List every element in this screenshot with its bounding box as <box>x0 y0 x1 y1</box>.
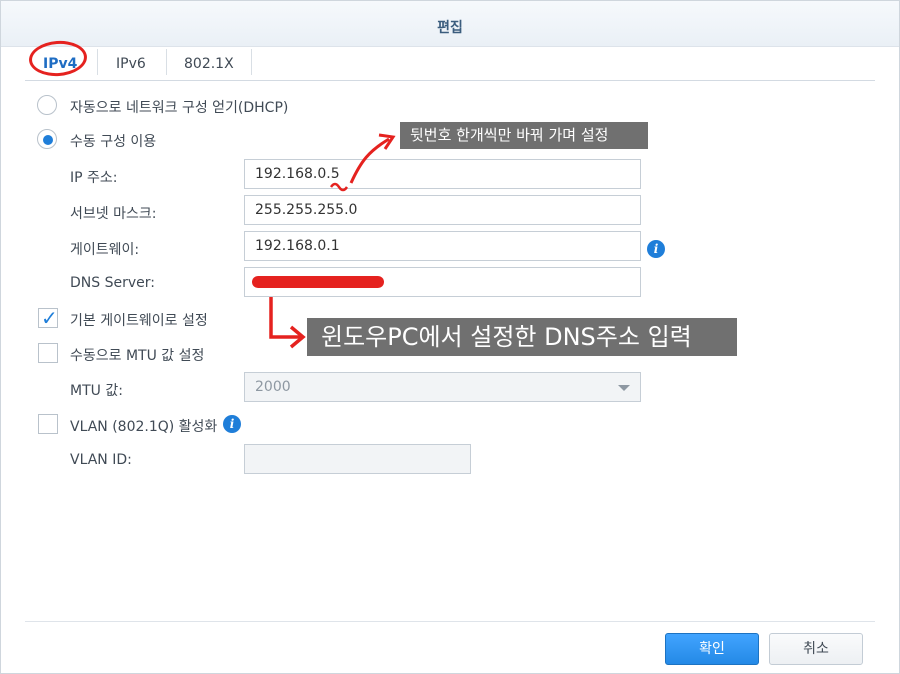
footer-divider <box>25 621 875 622</box>
squiggle-mark <box>329 182 349 192</box>
ok-button[interactable]: 확인 <box>665 633 759 665</box>
arrow-to-ip-note <box>349 137 390 184</box>
annotation-arrows <box>269 133 396 349</box>
cancel-button[interactable]: 취소 <box>769 633 863 665</box>
edit-dialog: 편집 IPv4 IPv6 802.1X 자동으로 네트워크 구성 얻기(DHCP… <box>0 0 900 674</box>
